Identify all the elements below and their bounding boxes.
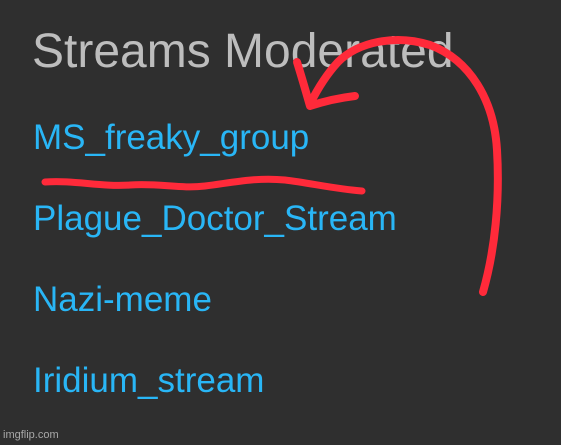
stream-link-ms-freaky-group[interactable]: MS_freaky_group [33, 118, 397, 158]
stream-link-nazi-meme[interactable]: Nazi-meme [33, 280, 397, 320]
stream-link-plague-doctor-stream[interactable]: Plague_Doctor_Stream [33, 199, 397, 239]
imgflip-watermark: imgflip.com [3, 429, 59, 441]
streams-moderated-panel: Streams Moderated MS_freaky_group Plague… [0, 0, 561, 445]
stream-list: MS_freaky_group Plague_Doctor_Stream Naz… [33, 118, 397, 442]
section-title: Streams Moderated [32, 25, 454, 78]
stream-link-iridium-stream[interactable]: Iridium_stream [33, 361, 397, 401]
